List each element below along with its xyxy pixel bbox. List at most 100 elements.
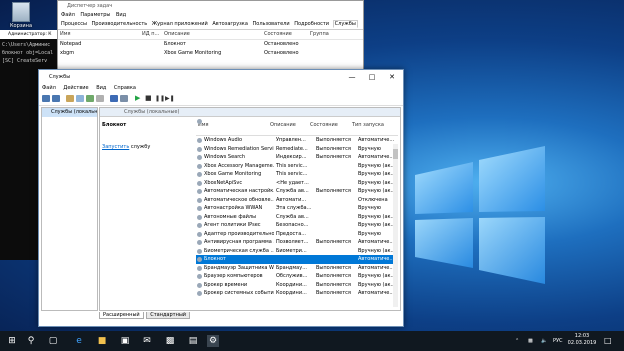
col-name[interactable]: Имя — [196, 117, 268, 135]
task-view-icon[interactable]: ▢ — [47, 335, 59, 347]
col-description[interactable]: Описание — [164, 30, 264, 39]
table-row[interactable]: Notepad Блокнот Остановлено — [58, 40, 363, 49]
cmd-taskbar-icon[interactable]: ▩ — [164, 335, 176, 347]
show-hidden-icons-icon[interactable]: ⌃ — [515, 331, 519, 351]
stop-icon[interactable]: ■ — [145, 95, 153, 102]
service-row[interactable]: Браузер компьютеров Обслужив... Выполняетс… — [196, 272, 398, 281]
cell-state: Выполняется — [316, 137, 351, 143]
play-icon[interactable]: ▶ — [135, 95, 143, 102]
clock[interactable]: 12:03 02.03.2019 — [565, 333, 599, 347]
col-description[interactable]: Описание — [268, 117, 308, 135]
col-state[interactable]: Состояние — [308, 117, 350, 135]
back-icon[interactable] — [42, 95, 50, 102]
start-button[interactable]: ⊞ — [6, 335, 18, 347]
service-row[interactable]: Брандмауэр Защитника W... Брандмау... Выпо… — [196, 264, 398, 273]
tab-services[interactable]: Службы — [332, 20, 358, 28]
volume-icon[interactable]: 🔈 — [541, 331, 547, 351]
cell-state — [314, 170, 356, 179]
service-row[interactable]: Автоматическая настройк... Служба ав... Вы… — [196, 187, 398, 196]
console-tree-icon[interactable] — [76, 95, 84, 102]
services-taskbar-icon[interactable]: ⚙ — [207, 335, 219, 347]
tab-performance[interactable]: Производительность — [91, 21, 149, 27]
start-service-link[interactable]: Запустить — [102, 144, 129, 150]
cell-state — [314, 204, 356, 213]
cell-description: Безопасно... — [276, 222, 309, 228]
scrollbar-thumb[interactable] — [393, 149, 398, 159]
services-window[interactable]: Службы — □ ✕ Файл Действие Вид Справка ▶… — [38, 69, 404, 327]
menu-action[interactable]: Действие — [63, 85, 88, 91]
minimize-button[interactable]: — — [343, 70, 361, 84]
cell-group — [310, 40, 350, 49]
service-row[interactable]: Брокер системных событий Координи... Выпол… — [196, 289, 398, 298]
cell-name: Автоматическое обновле... — [196, 196, 274, 205]
task-manager-tabs: Процессы Производительность Журнал прило… — [58, 19, 363, 30]
restart-icon[interactable]: ▶❚ — [165, 95, 175, 102]
edge-icon[interactable]: e — [73, 335, 85, 347]
menu-help[interactable]: Справка — [114, 85, 136, 91]
service-row[interactable]: Автоматическое обновле... Автомати... Откл… — [196, 196, 398, 205]
service-row[interactable]: Автономные файлы Служба ав... Вручную (ак.… — [196, 213, 398, 222]
col-startup-type[interactable]: Тип запуска — [350, 117, 390, 135]
task-manager-window[interactable]: Диспетчер задач Файл Параметры Вид Проце… — [57, 0, 364, 74]
menu-options[interactable]: Параметры — [80, 12, 110, 18]
tab-startup[interactable]: Автозагрузка — [211, 21, 249, 27]
table-row[interactable]: xbgm Xbox Game Monitoring Остановлено — [58, 49, 363, 58]
col-group[interactable]: Группа — [310, 30, 350, 39]
service-row[interactable]: Антивирусная программа ... Позволяет... Вы… — [196, 238, 398, 247]
language-indicator[interactable]: РУС — [553, 331, 563, 351]
tab-processes[interactable]: Процессы — [60, 21, 88, 27]
cell-name: Брокер времени — [196, 281, 274, 290]
help-icon[interactable] — [110, 95, 118, 102]
refresh-icon[interactable] — [86, 95, 94, 102]
tab-extended[interactable]: Расширенный — [99, 312, 144, 319]
col-pid[interactable]: ИД п... — [142, 30, 164, 39]
tab-details[interactable]: Подробности — [293, 21, 330, 27]
tab-users[interactable]: Пользователи — [252, 21, 291, 27]
up-folder-icon[interactable] — [66, 95, 74, 102]
menu-view[interactable]: Вид — [96, 85, 106, 91]
maximize-button[interactable]: □ — [363, 70, 381, 84]
service-row[interactable]: Windows Search Индексир... Выполняется Авто… — [196, 153, 398, 162]
service-row[interactable]: Блокнот Автоматиче... — [196, 255, 398, 264]
vertical-scrollbar[interactable] — [393, 144, 398, 307]
menu-file[interactable]: Файл — [61, 12, 75, 18]
clock-time: 12:03 — [574, 333, 590, 339]
notifications-icon[interactable]: □ — [604, 331, 612, 351]
file-explorer-icon[interactable]: ■ — [96, 335, 108, 347]
service-row[interactable]: Биометрическая служба ... Биометри... Вруч… — [196, 247, 398, 256]
cell-state: Выполняется — [316, 239, 351, 245]
cell-name: Windows Remediation Servi... — [196, 145, 274, 154]
cell-description: This servic... — [276, 171, 308, 177]
tree-item-services-local[interactable]: Службы (локальны — [42, 108, 97, 117]
menu-view[interactable]: Вид — [116, 12, 126, 18]
task-manager-taskbar-icon[interactable]: ▤ — [187, 335, 199, 347]
col-state[interactable]: Состояние — [264, 30, 310, 39]
mail-icon[interactable]: ✉ — [141, 335, 153, 347]
close-button[interactable]: ✕ — [383, 70, 401, 84]
col-name[interactable]: Имя — [58, 30, 142, 39]
menu-file[interactable]: Файл — [42, 85, 56, 91]
cell-state: Остановлено — [264, 50, 299, 56]
service-row[interactable]: Адаптер производительно... Предоста... Вру… — [196, 230, 398, 239]
recycle-bin[interactable]: Корзина — [6, 2, 36, 29]
search-icon[interactable]: ⚲ — [25, 335, 37, 347]
tab-standard[interactable]: Стандартный — [146, 312, 191, 319]
service-row[interactable]: XboxNetApiSvc <Не удает... Вручную (ак... — [196, 179, 398, 188]
cell-name: Брокер системных событий — [196, 289, 274, 298]
network-icon[interactable]: ▩ — [528, 331, 533, 351]
export-icon[interactable] — [96, 95, 104, 102]
service-row[interactable]: Брокер времени Координи... Выполняется Вруч… — [196, 281, 398, 290]
service-row[interactable]: Автонастройка WWAN Эта служба... Вручную — [196, 204, 398, 213]
properties-icon[interactable] — [120, 95, 128, 102]
service-row[interactable]: Xbox Game Monitoring This servic... Вручну… — [196, 170, 398, 179]
service-row[interactable]: Агент политики IPsec Безопасно... Вручную … — [196, 221, 398, 230]
cmd-output: C:\Users\Админис блокнот obj=Local [SC] … — [0, 39, 62, 67]
service-row[interactable]: Xbox Accessory Manageme... This servic...… — [196, 162, 398, 171]
service-row[interactable]: Windows Audio Управлен... Выполняется Автом… — [196, 136, 398, 145]
pause-icon[interactable]: ❚❚ — [155, 95, 165, 102]
store-icon[interactable]: ▣ — [119, 335, 131, 347]
cell-name: Блокнот — [196, 255, 274, 264]
forward-icon[interactable] — [52, 95, 60, 102]
tab-app-history[interactable]: Журнал приложений — [151, 21, 209, 27]
service-row[interactable]: Windows Remediation Servi... Remediate...… — [196, 145, 398, 154]
